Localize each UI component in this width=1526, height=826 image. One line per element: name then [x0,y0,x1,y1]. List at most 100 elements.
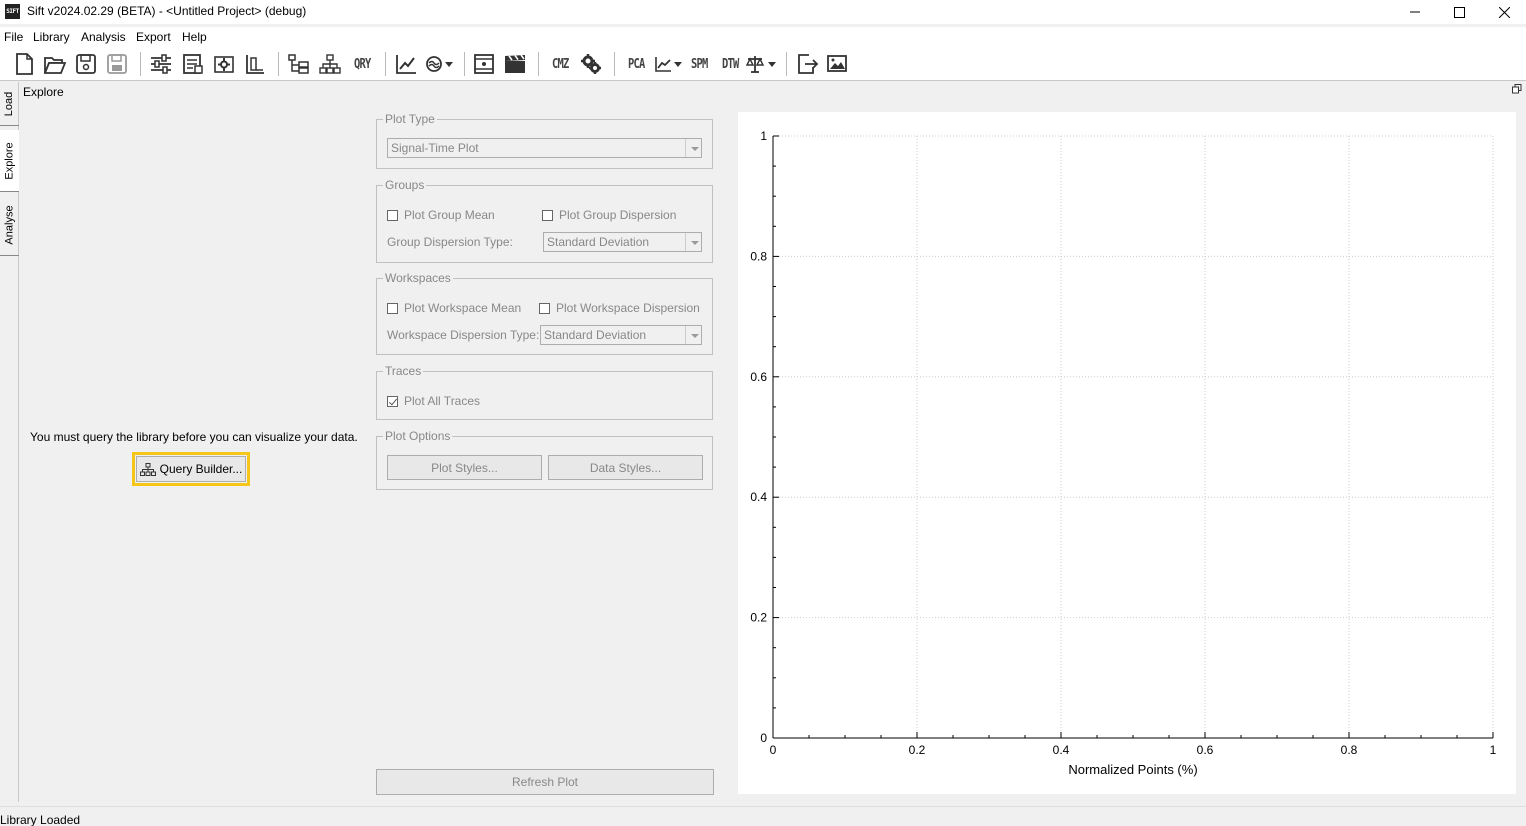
processing-settings-button[interactable] [212,52,236,76]
y-tick-label: 0 [760,731,767,745]
measure-button[interactable] [243,52,267,76]
menu-help[interactable]: Help [182,30,207,44]
filter-dropdown-icon [426,56,453,72]
group-dispersion-label: Group Dispersion Type: [387,235,513,249]
query-toolbar-button[interactable]: QRY [348,52,376,76]
data-styles-button[interactable]: Data Styles... [548,455,703,480]
sliders-icon [151,54,171,74]
line-plot-dropdown-button[interactable] [653,52,685,76]
plot-type-select[interactable]: Signal-Time Plot [387,138,702,158]
animation-button[interactable] [503,52,527,76]
filter-dropdown-button[interactable] [424,52,456,76]
workspaces-title: Workspaces [383,271,453,285]
menu-file[interactable]: File [4,30,23,44]
gears-icon [581,54,601,74]
groups-group: Groups Plot Group Mean Plot Group Disper… [376,178,713,263]
export-image-button[interactable] [826,52,850,76]
y-tick-label: 0.6 [750,370,767,384]
checkbox-box[interactable] [539,302,550,314]
frame-icon [474,54,494,74]
tree-icon [288,54,309,74]
save-as-button[interactable] [105,52,129,76]
menu-export[interactable]: Export [136,30,171,44]
traces-title: Traces [383,364,424,378]
plot-type-group: Plot Type Signal-Time Plot [376,112,713,169]
tree-view-button[interactable] [287,52,311,76]
groups-title: Groups [383,178,427,192]
menu-analysis[interactable]: Analysis [81,30,126,44]
app-logo-icon: SIFT [5,4,20,19]
new-project-button[interactable] [12,52,36,76]
tab-explore[interactable]: Explore [0,130,19,192]
toolbar-separator [278,52,279,76]
x-tick-label: 0 [770,743,777,757]
panel-title: Explore [23,85,64,99]
checkbox-box-checked[interactable] [387,395,398,407]
refresh-plot-button[interactable]: Refresh Plot [376,769,714,795]
image-icon [827,55,847,72]
save-button[interactable] [74,52,98,76]
chart-svg: 0 0.2 0.4 0.6 0.8 1 0 0.2 0.4 0.6 0.8 1 Normalized P… [750,129,1496,777]
minimize-button[interactable] [1392,0,1438,24]
new-file-icon [16,53,33,75]
spm-button[interactable]: SPM [684,52,714,76]
toolbar-separator [385,52,386,76]
batch-processing-button[interactable] [181,52,205,76]
x-tick-label: 0.4 [1053,743,1070,757]
chevron-down-icon [685,326,701,344]
gears-button[interactable] [579,52,603,76]
plot-canvas[interactable]: 0 0.2 0.4 0.6 0.8 1 0 0.2 0.4 0.6 0.8 1 Normalized P… [738,112,1516,794]
cmz-button[interactable]: CMZ [545,52,575,76]
chart-pen-icon [396,55,416,74]
hierarchy-icon [139,462,156,476]
save-as-icon [107,54,127,74]
checkbox-box[interactable] [387,302,398,314]
toolbar-separator [786,52,787,76]
settings-sliders-button[interactable] [149,52,173,76]
plot-all-traces-checkbox[interactable]: Plot All Traces [387,394,480,408]
toolbar-separator [464,52,465,76]
clapperboard-icon [505,54,525,73]
side-tab-bar: Load Explore Analyse [0,82,19,802]
balance-dropdown-button[interactable] [745,52,779,76]
y-tick-label: 0.4 [750,490,767,504]
menu-library[interactable]: Library [33,30,70,44]
frame-view-button[interactable] [472,52,496,76]
x-tick-label: 0.6 [1197,743,1214,757]
plot-workspace-mean-checkbox[interactable]: Plot Workspace Mean [387,301,521,315]
plot-workspace-dispersion-checkbox[interactable]: Plot Workspace Dispersion [539,301,700,315]
toolbar-separator [538,52,539,76]
tab-load[interactable]: Load [0,82,19,126]
tab-analyse[interactable]: Analyse [0,194,19,256]
y-tick-label: 0.8 [750,249,767,263]
line-chart-dropdown-icon [655,57,682,72]
plot-group-dispersion-checkbox[interactable]: Plot Group Dispersion [542,208,676,222]
plot-group-mean-checkbox[interactable]: Plot Group Mean [387,208,495,222]
checkbox-box[interactable] [387,209,398,221]
save-icon [76,54,96,74]
query-builder-button[interactable]: Query Builder... [136,456,246,482]
hierarchy-button[interactable] [318,52,342,76]
close-icon [1498,6,1510,18]
hierarchy-icon [319,54,341,74]
plot-options-group: Plot Options Plot Styles... Data Styles.… [376,429,713,490]
maximize-button[interactable] [1436,0,1482,24]
x-tick-label: 0.2 [909,743,926,757]
plot-styles-button[interactable]: Plot Styles... [387,455,542,480]
checkbox-box[interactable] [542,209,553,221]
open-project-button[interactable] [43,52,67,76]
workspace-dispersion-select[interactable]: Standard Deviation [540,325,702,345]
export-button[interactable] [796,52,820,76]
plot-edit-button[interactable] [394,52,418,76]
ruler-icon [246,55,264,74]
dtw-button[interactable]: DTW [715,52,745,76]
close-button[interactable] [1481,0,1526,24]
title-bar: SIFT Sift v2024.02.29 (BETA) - <Untitled… [0,0,1526,24]
chevron-down-icon [685,233,701,251]
export-icon [798,54,819,74]
pca-button[interactable]: PCA [622,52,650,76]
undock-icon[interactable] [1512,84,1522,94]
group-dispersion-select[interactable]: Standard Deviation [543,232,702,252]
window-title: Sift v2024.02.29 (BETA) - <Untitled Proj… [27,4,307,18]
toolbar: QRY CMZ PCA SPM DTW [0,47,1526,81]
